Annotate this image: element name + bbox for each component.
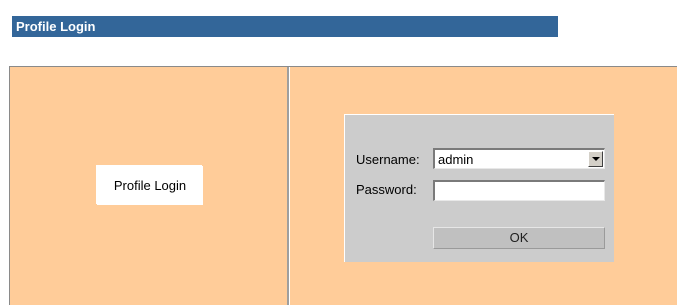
password-field[interactable] — [433, 180, 605, 201]
password-label: Password: — [356, 182, 417, 197]
username-label: Username: — [356, 152, 420, 167]
username-selected-value: admin — [438, 152, 474, 167]
chevron-down-icon[interactable] — [588, 151, 603, 167]
ok-button[interactable]: OK — [433, 227, 605, 249]
page-title: Profile Login — [12, 16, 558, 37]
login-panel: Username: admin Password: OK — [344, 114, 614, 262]
username-select[interactable]: admin — [433, 148, 605, 169]
profile-login-tab[interactable]: Profile Login — [97, 166, 203, 205]
